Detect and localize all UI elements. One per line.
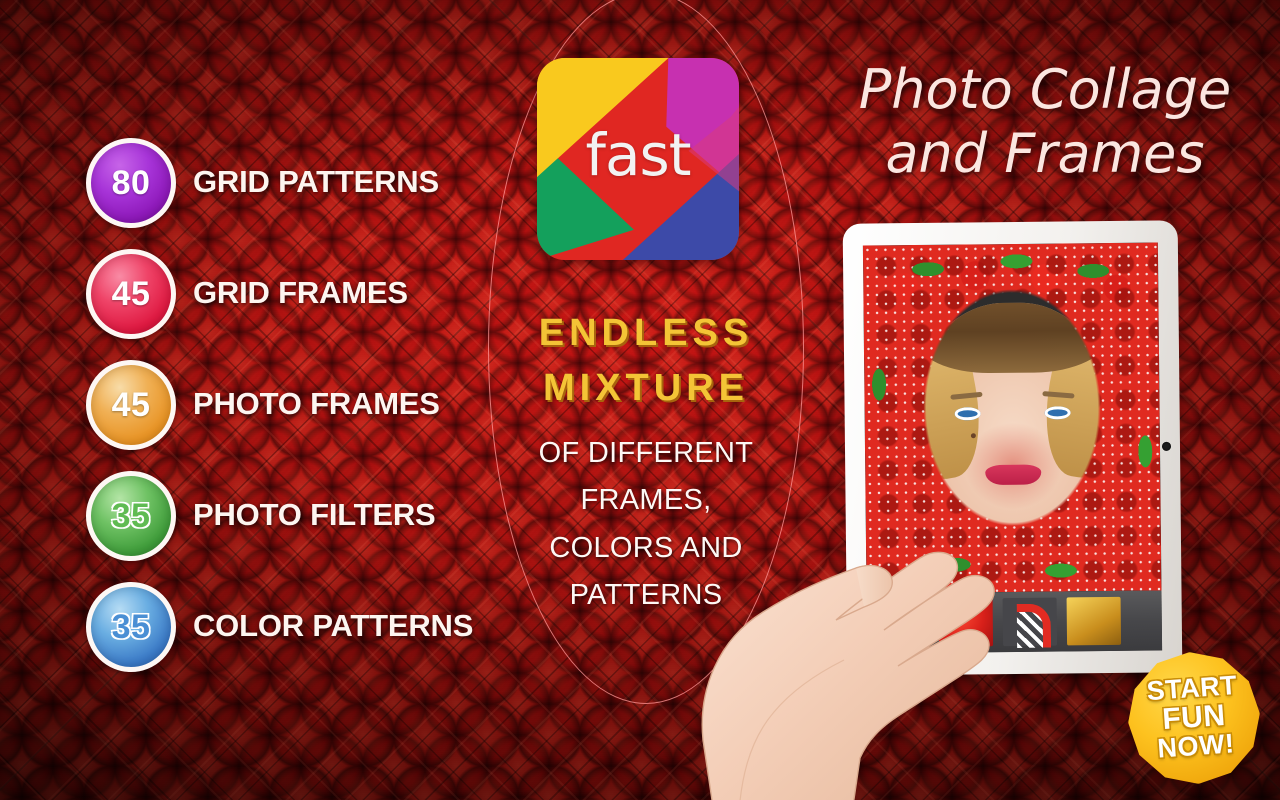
count-badge-color-patterns: 35	[86, 582, 176, 672]
feature-row: 45 PHOTO FRAMES	[86, 360, 506, 471]
subtext-line-1: OF DIFFERENT	[538, 437, 754, 469]
count-badge-photo-frames: 45	[86, 360, 176, 450]
cta-line-3: NOW!	[1156, 728, 1236, 764]
frame-thumbnail-candy-cane[interactable]	[1002, 597, 1058, 647]
feature-list: 80 GRID PATTERNS 45 GRID FRAMES 45 PHOTO…	[86, 138, 506, 693]
tablet-device	[842, 220, 1183, 676]
endless-mixture-heading: ENDLESS MIXTURE	[490, 306, 802, 416]
feature-row: 80 GRID PATTERNS	[86, 138, 506, 249]
feature-label-color-patterns: COLOR PATTERNS	[193, 608, 474, 643]
count-badge-grid-frames: 45	[86, 249, 176, 339]
page-title-line-1: Photo Collage	[858, 58, 1232, 121]
page-title-line-2: and Frames	[885, 121, 1205, 185]
logo-wordmark: fast	[585, 120, 692, 189]
app-icon[interactable]: fast	[537, 58, 739, 260]
frame-thumbnail-0[interactable]	[874, 598, 930, 648]
feature-label-grid-patterns: GRID PATTERNS	[193, 164, 439, 199]
feature-label-photo-frames: PHOTO FRAMES	[193, 386, 440, 421]
count-value: 35	[111, 497, 151, 535]
count-value: 45	[111, 275, 151, 313]
photo-preview[interactable]	[862, 242, 1162, 594]
feature-label-photo-filters: PHOTO FILTERS	[193, 497, 436, 532]
feature-row: 45 GRID FRAMES	[86, 249, 506, 360]
feature-label-grid-frames: GRID FRAMES	[193, 275, 408, 310]
count-value: 80	[111, 164, 151, 202]
subtext-line-4: PATTERNS	[569, 578, 723, 611]
subtext-line-3: COLORS AND	[549, 531, 743, 564]
feature-row: 35 COLOR PATTERNS	[86, 582, 506, 693]
endless-line-1: ENDLESS	[538, 312, 754, 354]
strawberry-frame-overlay	[862, 242, 1162, 594]
endless-line-2: MIXTURE	[543, 367, 749, 410]
count-badge-photo-filters: 35	[86, 471, 176, 561]
tablet-screen[interactable]	[862, 242, 1163, 654]
frame-picker-toolbar[interactable]	[866, 590, 1163, 654]
promo-banner: 80 GRID PATTERNS 45 GRID FRAMES 45 PHOTO…	[0, 0, 1280, 800]
feature-row: 35 PHOTO FILTERS	[86, 471, 506, 582]
count-value: 35	[111, 608, 151, 646]
tablet-home-button[interactable]	[1161, 441, 1172, 451]
page-title: Photo Collage and Frames	[830, 58, 1260, 185]
frame-thumbnail-gold[interactable]	[1066, 596, 1122, 646]
strawberry-leaves	[862, 242, 1162, 594]
frame-thumbnail-strawberry[interactable]	[938, 598, 994, 647]
count-badge-grid-patterns: 80	[86, 138, 176, 228]
count-value: 45	[111, 386, 151, 424]
subtext-line-2: FRAMES,	[580, 484, 712, 517]
center-subtext: OF DIFFERENT FRAMES, COLORS AND PATTERNS	[490, 430, 802, 619]
